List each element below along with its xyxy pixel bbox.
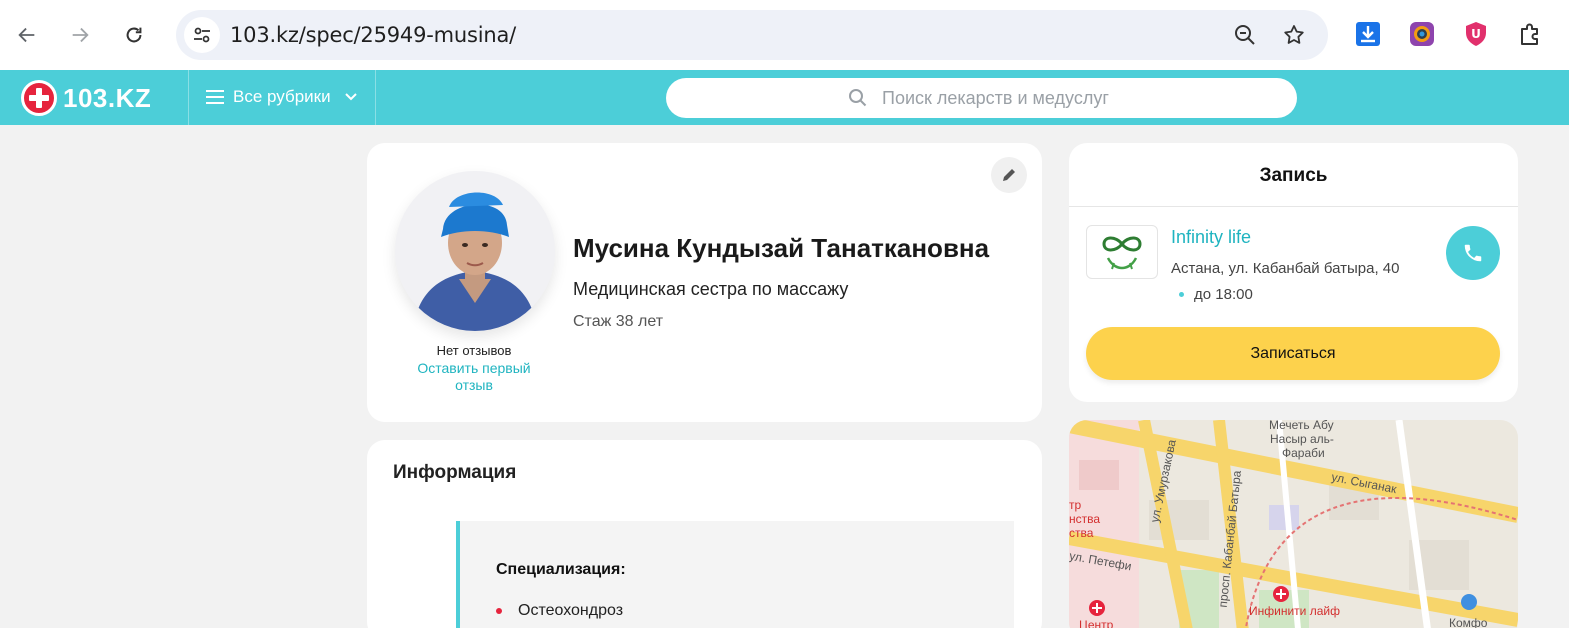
map-label: Инфинити лайф: [1249, 604, 1340, 618]
logo-cross-icon: [21, 80, 57, 116]
clinic-hours-text: до 18:00: [1194, 286, 1253, 303]
specialization-box: Специализация: Остеохондроз: [456, 521, 1014, 628]
search-icon: [849, 89, 867, 107]
extensions-puzzle-icon[interactable]: [1516, 20, 1544, 48]
bookmark-star-icon[interactable]: [1281, 22, 1307, 48]
pencil-icon: [1003, 169, 1015, 181]
back-icon[interactable]: [9, 17, 45, 53]
information-card: Информация Специализация: Остеохондроз: [367, 440, 1042, 628]
svg-text:U: U: [1471, 27, 1481, 41]
edit-button[interactable]: [991, 157, 1027, 193]
chevron-down-icon: [344, 93, 357, 101]
doctor-avatar: [395, 171, 555, 331]
info-title: Информация: [393, 462, 517, 483]
site-logo[interactable]: 103.KZ: [21, 80, 151, 116]
specialization-item: Остеохондроз: [518, 602, 624, 619]
open-status-dot: [1179, 292, 1184, 297]
infinity-logo-icon: [1102, 236, 1142, 270]
doctor-profile-card: Нет отзывов Оставить первый отзыв Мусина…: [367, 143, 1042, 422]
doctor-experience: Стаж 38 лет: [573, 313, 664, 330]
divider: [1069, 206, 1518, 207]
header-divider: [375, 70, 376, 125]
clinic-address: Астана, ул. Кабанбай батыра, 40: [1171, 260, 1400, 277]
leave-review-link[interactable]: Оставить первый отзыв: [409, 360, 539, 394]
doctor-name: Мусина Кундызай Танаткановна: [573, 233, 990, 263]
site-info-icon[interactable]: [184, 17, 220, 53]
specialization-title: Специализация:: [496, 561, 626, 578]
reload-icon[interactable]: [116, 17, 152, 53]
map-label: нства: [1069, 512, 1101, 526]
rubrics-menu-button[interactable]: Все рубрики: [206, 87, 357, 107]
search-box[interactable]: [666, 78, 1297, 118]
booking-card: Запись Infinity life Астана, ул. Кабанба…: [1069, 143, 1518, 402]
map-label: Насыр аль-: [1270, 432, 1334, 446]
map-label: Центр: [1079, 618, 1114, 628]
map-label: тр: [1069, 498, 1082, 512]
map-label: ства: [1069, 526, 1094, 540]
forward-icon[interactable]: [62, 17, 98, 53]
download-icon[interactable]: [1354, 20, 1382, 48]
list-item: Остеохондроз: [496, 602, 623, 620]
doctor-photo: [395, 171, 555, 331]
map-label: Мечеть Абу: [1269, 420, 1334, 432]
doctor-role: Медицинская сестра по массажу: [573, 279, 849, 299]
clinic-name-link[interactable]: Infinity life: [1171, 227, 1251, 248]
clinic-map[interactable]: Мечеть Абу Насыр аль- Фараби ул. Сыганак…: [1069, 420, 1518, 628]
booking-title: Запись: [1259, 165, 1328, 186]
extension-camera-icon[interactable]: [1408, 20, 1436, 48]
rubrics-label: Все рубрики: [233, 87, 331, 106]
map-label: Комфо: [1449, 616, 1488, 628]
book-appointment-button[interactable]: Записаться: [1086, 327, 1500, 380]
no-reviews-text: Нет отзывов: [436, 343, 512, 358]
bullet-icon: [496, 608, 502, 614]
browser-toolbar: 103.kz/spec/25949-musina/ U: [0, 0, 1569, 70]
call-button[interactable]: [1446, 226, 1500, 280]
hamburger-icon: [206, 90, 224, 104]
address-bar[interactable]: 103.kz/spec/25949-musina/: [176, 10, 1328, 60]
url-text[interactable]: 103.kz/spec/25949-musina/: [230, 23, 516, 47]
clinic-logo[interactable]: [1086, 225, 1158, 279]
extension-shield-icon[interactable]: U: [1462, 20, 1490, 48]
phone-icon: [1464, 244, 1482, 262]
logo-text: 103.KZ: [63, 82, 152, 113]
map-label: Фараби: [1282, 446, 1325, 460]
site-header: 103.KZ Все рубрики: [0, 70, 1569, 125]
search-input[interactable]: [882, 86, 1272, 110]
header-divider: [188, 70, 189, 125]
zoom-icon[interactable]: [1232, 22, 1258, 48]
clinic-hours: до 18:00: [1179, 286, 1253, 303]
